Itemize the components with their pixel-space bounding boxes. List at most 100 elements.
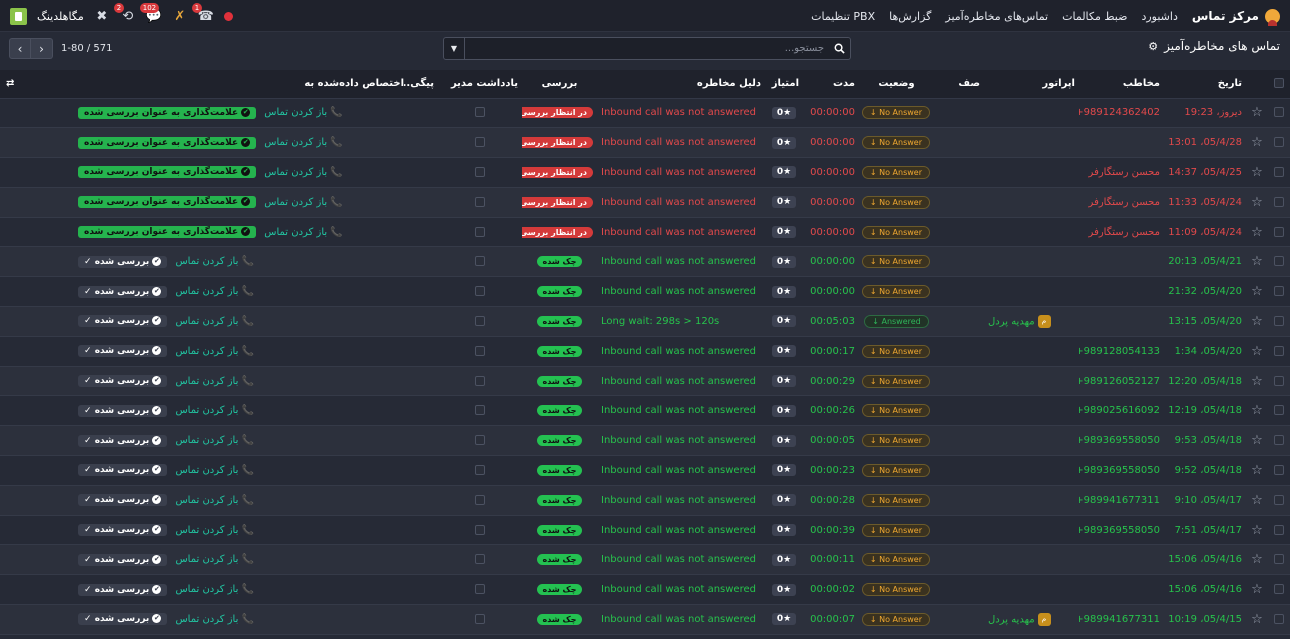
open-call-link[interactable]: 📞 باز کردن تماس [175,256,254,267]
favorite-cell[interactable]: ☆ [1246,187,1268,218]
row-checkbox[interactable] [1274,137,1284,148]
favorite-cell[interactable]: ☆ [1246,217,1268,248]
table-row[interactable]: ☆ 05/4/16، 15:06 No Answer ↓ 00:00:11 ★0 Inbo… [0,544,1290,576]
row-checkbox[interactable] [1274,196,1284,207]
mark-reviewed-button[interactable]: ✔ علامت‌گذاری به عنوان بررسی شده [78,136,257,149]
reviewed-button[interactable]: ✔ بررسی شده ✓ [78,613,168,626]
favorite-cell[interactable]: ☆ [1246,515,1268,546]
manager-note-checkbox[interactable] [475,584,485,595]
open-call-link[interactable]: 📞 باز کردن تماس [264,227,343,238]
row-checkbox[interactable] [1274,226,1284,237]
mark-reviewed-button[interactable]: ✔ علامت‌گذاری به عنوان بررسی شده [78,166,257,179]
reviewed-button[interactable]: ✔ بررسی شده ✓ [78,464,168,477]
star-icon[interactable]: ☆ [1251,225,1263,240]
star-icon[interactable]: ☆ [1251,165,1263,180]
table-row[interactable]: ☆ 05/4/18، 9:53 +989369558050 No Answer ↓ 00… [0,425,1290,457]
row-select-cell[interactable] [1268,515,1290,546]
col-status[interactable]: وضعیت [859,70,934,99]
open-call-link[interactable]: 📞 باز کردن تماس [175,465,254,476]
manager-note-checkbox[interactable] [475,405,485,416]
row-select-cell[interactable] [1268,98,1290,129]
col-score[interactable]: امتیاز [765,70,803,99]
table-row[interactable]: ☆ 05/4/18، 9:52 +989369558050 No Answer ↓ 00… [0,455,1290,486]
search-dropdown-toggle[interactable]: ▼ [444,38,465,59]
mark-reviewed-button[interactable]: ✔ علامت‌گذاری به عنوان بررسی شده [78,226,257,239]
favorite-cell[interactable]: ☆ [1246,336,1268,367]
favorite-cell[interactable]: ☆ [1246,604,1268,635]
favorite-cell[interactable]: ☆ [1246,246,1268,278]
row-select-cell[interactable] [1268,485,1290,516]
row-select-cell[interactable] [1268,574,1290,606]
messages-chat-icon[interactable]: 💬 102 [139,3,162,24]
row-checkbox[interactable] [1274,494,1284,505]
star-icon[interactable]: ☆ [1251,374,1263,389]
activity-clock-icon[interactable]: ⟲ 2 [113,3,136,24]
row-checkbox[interactable] [1274,256,1284,267]
star-icon[interactable]: ☆ [1251,105,1263,120]
row-select-cell[interactable] [1268,336,1290,367]
row-select-cell[interactable] [1268,306,1290,337]
manager-note-checkbox[interactable] [475,524,485,535]
manager-note-checkbox[interactable] [475,256,485,267]
open-call-link[interactable]: 📞 باز کردن تماس [175,376,254,387]
nav-recordings[interactable]: ضبط مکالمات [1062,10,1127,23]
favorite-cell[interactable]: ☆ [1246,395,1268,427]
open-call-link[interactable]: 📞 باز کردن تماس [175,316,254,327]
reviewed-button[interactable]: ✔ بررسی شده ✓ [78,375,168,388]
open-call-link[interactable]: 📞 باز کردن تماس [175,435,254,446]
row-select-cell[interactable] [1268,455,1290,486]
col-review[interactable]: بررسی [522,70,597,99]
col-duration[interactable]: مدت [803,70,859,99]
row-select-cell[interactable] [1268,366,1290,397]
table-row[interactable]: ☆ 05/4/17، 7:51 +989369558050 No Answer ↓ 00… [0,515,1290,546]
reviewed-button[interactable]: ✔ بررسی شده ✓ [78,524,168,537]
col-date[interactable]: تاریخ [1164,70,1246,99]
favorite-cell[interactable]: ☆ [1246,544,1268,576]
manager-note-checkbox[interactable] [475,435,485,446]
open-call-link[interactable]: 📞 باز کردن تماس [175,584,254,595]
table-row[interactable]: ☆ 05/4/24، 11:33 محسن رستگارفر No Answer ↓ 0… [0,187,1290,218]
row-checkbox[interactable] [1274,584,1284,595]
manager-note-checkbox[interactable] [475,137,485,148]
table-row[interactable]: ☆ 05/4/20، 1:34 +989128054133 No Answer ↓ 00… [0,336,1290,367]
open-call-link[interactable]: 📞 باز کردن تماس [175,346,254,357]
row-checkbox[interactable] [1274,405,1284,416]
row-checkbox[interactable] [1274,435,1284,446]
open-call-link[interactable]: 📞 باز کردن تماس [175,554,254,565]
favorite-cell[interactable]: ☆ [1246,276,1268,308]
table-row[interactable]: ☆ 05/4/28، 13:01 No Answer ↓ 00:00:00 ★0 Inbo… [0,127,1290,159]
open-call-link[interactable]: 📞 باز کردن تماس [175,286,254,297]
debug-tools-icon[interactable]: ✖ [94,8,110,24]
row-select-cell[interactable] [1268,425,1290,457]
table-row[interactable]: ☆ 05/4/18، 12:19 +989025616092 No Answer ↓ 0… [0,395,1290,427]
col-operator[interactable]: اپراتور [984,70,1079,99]
nav-pbx-settings[interactable]: تنظیمات PBX [811,10,875,23]
row-select-cell[interactable] [1268,157,1290,188]
nav-risky-calls[interactable]: تماس‌های مخاطره‌آمیز [945,10,1048,23]
star-icon[interactable]: ☆ [1251,523,1263,538]
row-select-cell[interactable] [1268,127,1290,159]
reviewed-button[interactable]: ✔ بررسی شده ✓ [78,404,168,417]
manager-note-checkbox[interactable] [475,315,485,326]
open-call-link[interactable]: 📞 باز کردن تماس [264,167,343,178]
row-checkbox[interactable] [1274,464,1284,475]
table-row[interactable]: ☆ 05/4/21، 20:13 No Answer ↓ 00:00:00 ★0 Inbo… [0,246,1290,278]
star-icon[interactable]: ☆ [1251,314,1263,329]
manager-note-checkbox[interactable] [475,345,485,356]
star-icon[interactable]: ☆ [1251,284,1263,299]
company-logo-icon[interactable] [10,7,27,25]
manager-note-checkbox[interactable] [475,286,485,297]
star-icon[interactable]: ☆ [1251,403,1263,418]
row-checkbox[interactable] [1274,375,1284,386]
favorite-cell[interactable]: ☆ [1246,455,1268,486]
table-row[interactable]: ☆ 05/4/25، 14:37 محسن رستگارفر No Answer ↓ 0… [0,157,1290,188]
manager-note-checkbox[interactable] [475,554,485,565]
row-checkbox[interactable] [1274,524,1284,535]
nav-reports[interactable]: گزارش‌ها [889,10,931,23]
nav-dashboard[interactable]: داشبورد [1141,10,1177,23]
company-switcher[interactable]: مگاهلدینگ [37,10,84,23]
col-followup[interactable]: پیگی... [404,70,438,99]
col-contact[interactable]: مخاطب [1079,70,1164,99]
manager-note-checkbox[interactable] [475,107,485,118]
row-select-cell[interactable] [1268,217,1290,248]
